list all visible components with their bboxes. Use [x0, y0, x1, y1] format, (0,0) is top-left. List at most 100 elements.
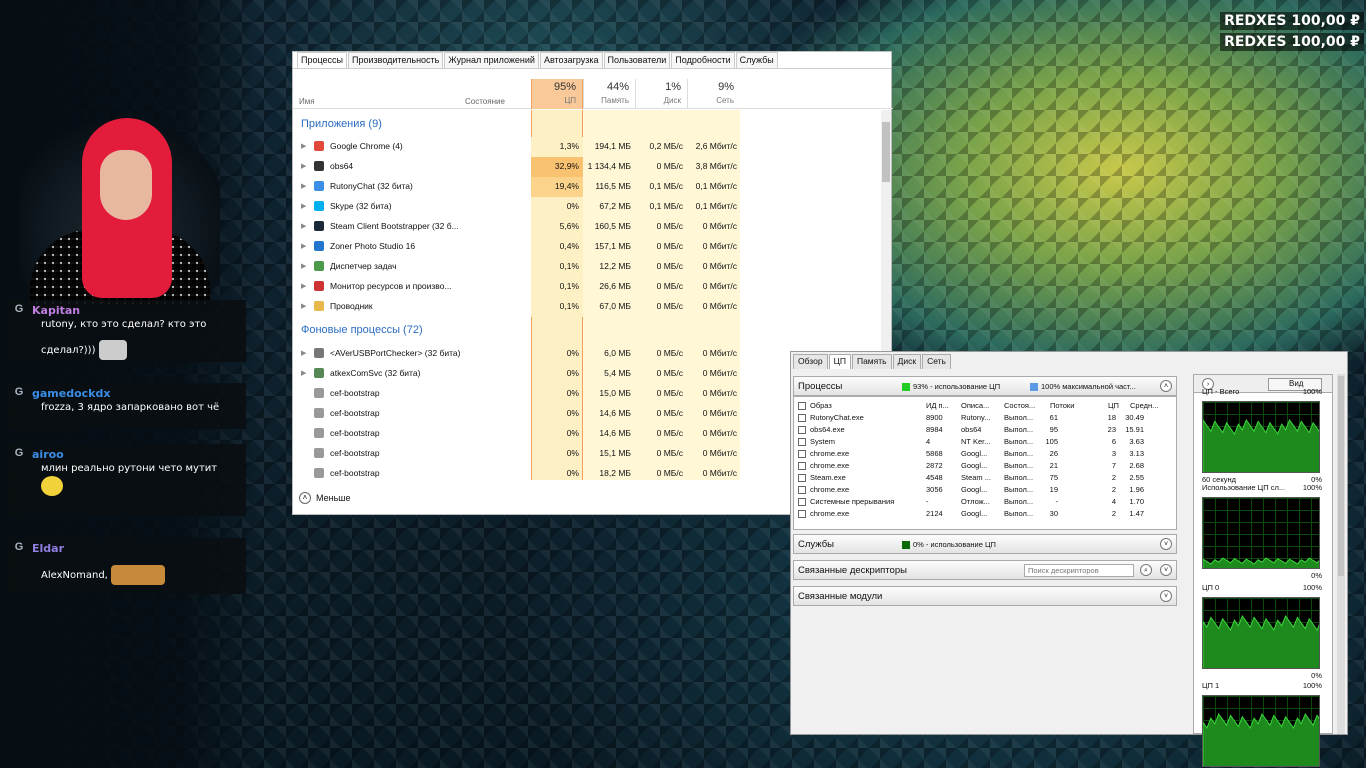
table-row[interactable]: chrome.exe 2124 Googl... Выпол... 30 2 1.47 — [794, 508, 1166, 520]
tab-network[interactable]: Сеть — [922, 354, 951, 369]
fewer-details-label: Меньше — [316, 493, 351, 503]
app-icon — [314, 201, 324, 211]
table-row[interactable]: Steam.exe 4548 Steam ... Выпол... 75 2 2.55 — [794, 472, 1166, 484]
disk-value: 0 МБ/с — [656, 348, 683, 358]
expand-arrow-icon[interactable]: ▶ — [301, 369, 306, 377]
disk-value: 0 МБ/с — [656, 221, 683, 231]
modules-panel-header[interactable]: Связанные модули ˅ — [793, 586, 1177, 606]
process-row[interactable]: ▶ Skype (32 бита) 0% 67,2 МБ 0,1 МБ/с 0,1 Мби… — [293, 197, 881, 217]
app-icon — [314, 468, 324, 478]
expand-arrow-icon[interactable]: ▶ — [301, 182, 306, 190]
cpu-process-table: Образ ИД п... Описа... Состоя... Потоки … — [793, 396, 1177, 530]
table-row[interactable]: RutonyChat.exe 8900 Rutony... Выпол... 61 18 3… — [794, 412, 1166, 424]
row-checkbox[interactable] — [798, 498, 806, 506]
row-checkbox[interactable] — [798, 474, 806, 482]
disk-value: 0,1 МБ/с — [649, 201, 683, 211]
process-row[interactable]: ▶ obs64 32,9% 1 134,4 МБ 0 МБ/с 3,8 Мбит/с — [293, 157, 881, 177]
services-panel-header[interactable]: Службы 0% - использование ЦП ˅ — [793, 534, 1177, 554]
process-row[interactable]: ▶ Монитор ресурсов и произво... 0,1% 26,6 М… — [293, 277, 881, 297]
select-all-checkbox[interactable] — [798, 402, 806, 410]
row-checkbox[interactable] — [798, 426, 806, 434]
expand-arrow-icon[interactable]: ▶ — [301, 222, 306, 230]
process-row[interactable]: ▶ Диспетчер задач 0,1% 12,2 МБ 0 МБ/с 0 Мбит/… — [293, 257, 881, 277]
tab-details[interactable]: Подробности — [671, 52, 735, 68]
table-row[interactable]: chrome.exe 3056 Googl... Выпол... 19 2 1.96 — [794, 484, 1166, 496]
emote-icon — [41, 476, 63, 496]
chat-nick: airoo — [32, 447, 64, 461]
chevron-down-icon[interactable]: ˅ — [1160, 590, 1172, 602]
expand-arrow-icon[interactable]: ▶ — [301, 202, 306, 210]
chat-emote — [12, 476, 240, 496]
network-value: 0 Мбит/с — [702, 281, 737, 291]
donation-banner: REDXES 100,00 ₽ — [1220, 12, 1364, 30]
table-row[interactable]: chrome.exe 5868 Googl... Выпол... 26 3 3.13 — [794, 448, 1166, 460]
cpu-value: 32,9% — [554, 161, 579, 171]
scrollbar[interactable] — [1337, 374, 1345, 734]
chevron-down-icon[interactable]: ˅ — [1160, 538, 1172, 550]
expand-arrow-icon[interactable]: ▶ — [301, 262, 306, 270]
search-icon[interactable]: ⌕ — [1140, 564, 1152, 576]
memory-value: 14,6 МБ — [599, 428, 631, 438]
tab-overview[interactable]: Обзор — [793, 354, 828, 369]
expand-arrow-icon[interactable]: ▶ — [301, 302, 306, 310]
table-row[interactable]: System 4 NT Ker... Выпол... 105 6 3.63 — [794, 436, 1166, 448]
column-cpu[interactable]: 95% ЦП — [531, 79, 583, 109]
chevron-up-icon: ˄ — [299, 492, 311, 504]
process-name: obs64 — [330, 161, 354, 171]
memory-value: 116,5 МБ — [595, 181, 631, 191]
process-row[interactable]: ▶ Google Chrome (4) 1,3% 194,1 МБ 0,2 МБ/с 2,… — [293, 137, 881, 157]
handles-search-input[interactable]: Поиск дескрипторов — [1024, 564, 1134, 577]
cell: NT Ker... — [961, 437, 991, 446]
network-value: 0 Мбит/с — [702, 241, 737, 251]
app-icon — [314, 388, 324, 398]
column-state[interactable]: Состояние — [465, 97, 505, 106]
expand-arrow-icon[interactable]: ▶ — [301, 242, 306, 250]
tab-cpu[interactable]: ЦП — [828, 354, 851, 369]
row-checkbox[interactable] — [798, 414, 806, 422]
cpu-value: 0% — [566, 388, 579, 398]
cell: Steam.exe — [810, 473, 846, 482]
expand-arrow-icon[interactable]: ▶ — [301, 349, 306, 357]
tab-app-history[interactable]: Журнал приложений — [444, 52, 539, 68]
table-row[interactable]: obs64.exe 8984 obs64 Выпол... 95 23 15.91 — [794, 424, 1166, 436]
process-row[interactable]: ▶ Steam Client Bootstrapper (32 б... 5,6% 1… — [293, 217, 881, 237]
column-memory[interactable]: 44% Память — [583, 79, 635, 109]
row-checkbox[interactable] — [798, 438, 806, 446]
tab-processes[interactable]: Процессы — [297, 52, 348, 68]
cell: Отлож... — [961, 497, 990, 506]
chevron-up-icon[interactable]: ˄ — [1160, 380, 1172, 392]
tab-performance[interactable]: Производительность — [348, 52, 444, 68]
cell: 3056 — [926, 485, 943, 494]
tab-services[interactable]: Службы — [735, 52, 778, 68]
expand-arrow-icon[interactable]: ▶ — [301, 142, 306, 150]
memory-value: 5,4 МБ — [604, 368, 631, 378]
cell: chrome.exe — [810, 461, 850, 470]
row-checkbox[interactable] — [798, 486, 806, 494]
expand-arrow-icon[interactable]: ▶ — [301, 162, 306, 170]
handles-panel-header[interactable]: Связанные дескрипторы Поиск дескрипторов… — [793, 560, 1177, 580]
table-row[interactable]: Системные прерывания - Отлож... Выпол... -4 1… — [794, 496, 1166, 508]
tab-disk[interactable]: Диск — [892, 354, 922, 369]
tab-users[interactable]: Пользователи — [603, 52, 671, 68]
row-checkbox[interactable] — [798, 462, 806, 470]
row-checkbox[interactable] — [798, 450, 806, 458]
process-name: Zoner Photo Studio 16 — [330, 241, 416, 251]
processes-panel-header[interactable]: Процессы 93% - использование ЦП 100% мак… — [793, 376, 1177, 396]
process-row[interactable]: ▶ Zoner Photo Studio 16 0,4% 157,1 МБ 0 МБ/с… — [293, 237, 881, 257]
cell: 19 — [1049, 485, 1058, 494]
app-icon — [314, 261, 324, 271]
column-disk[interactable]: 1% Диск — [635, 79, 687, 109]
table-row[interactable]: chrome.exe 2872 Googl... Выпол... 21 7 2.68 — [794, 460, 1166, 472]
process-row[interactable]: ▶ RutonyChat (32 бита) 19,4% 116,5 МБ 0,1 МБ… — [293, 177, 881, 197]
process-name: atkexComSvc (32 бита) — [330, 368, 421, 378]
chevron-down-icon[interactable]: ˅ — [1160, 564, 1172, 576]
resource-monitor-window: Обзор ЦП Память Диск Сеть Процессы 93% -… — [790, 351, 1348, 767]
column-network[interactable]: 9% Сеть — [687, 79, 740, 109]
column-name[interactable]: Имя — [299, 97, 315, 106]
tab-memory[interactable]: Память — [851, 354, 892, 369]
fewer-details-button[interactable]: ˄ Меньше — [299, 492, 351, 504]
process-row[interactable]: ▶ Проводник 0,1% 67,0 МБ 0 МБ/с 0 Мбит/с — [293, 297, 881, 317]
expand-arrow-icon[interactable]: ▶ — [301, 282, 306, 290]
tab-startup[interactable]: Автозагрузка — [539, 52, 603, 68]
row-checkbox[interactable] — [798, 510, 806, 518]
